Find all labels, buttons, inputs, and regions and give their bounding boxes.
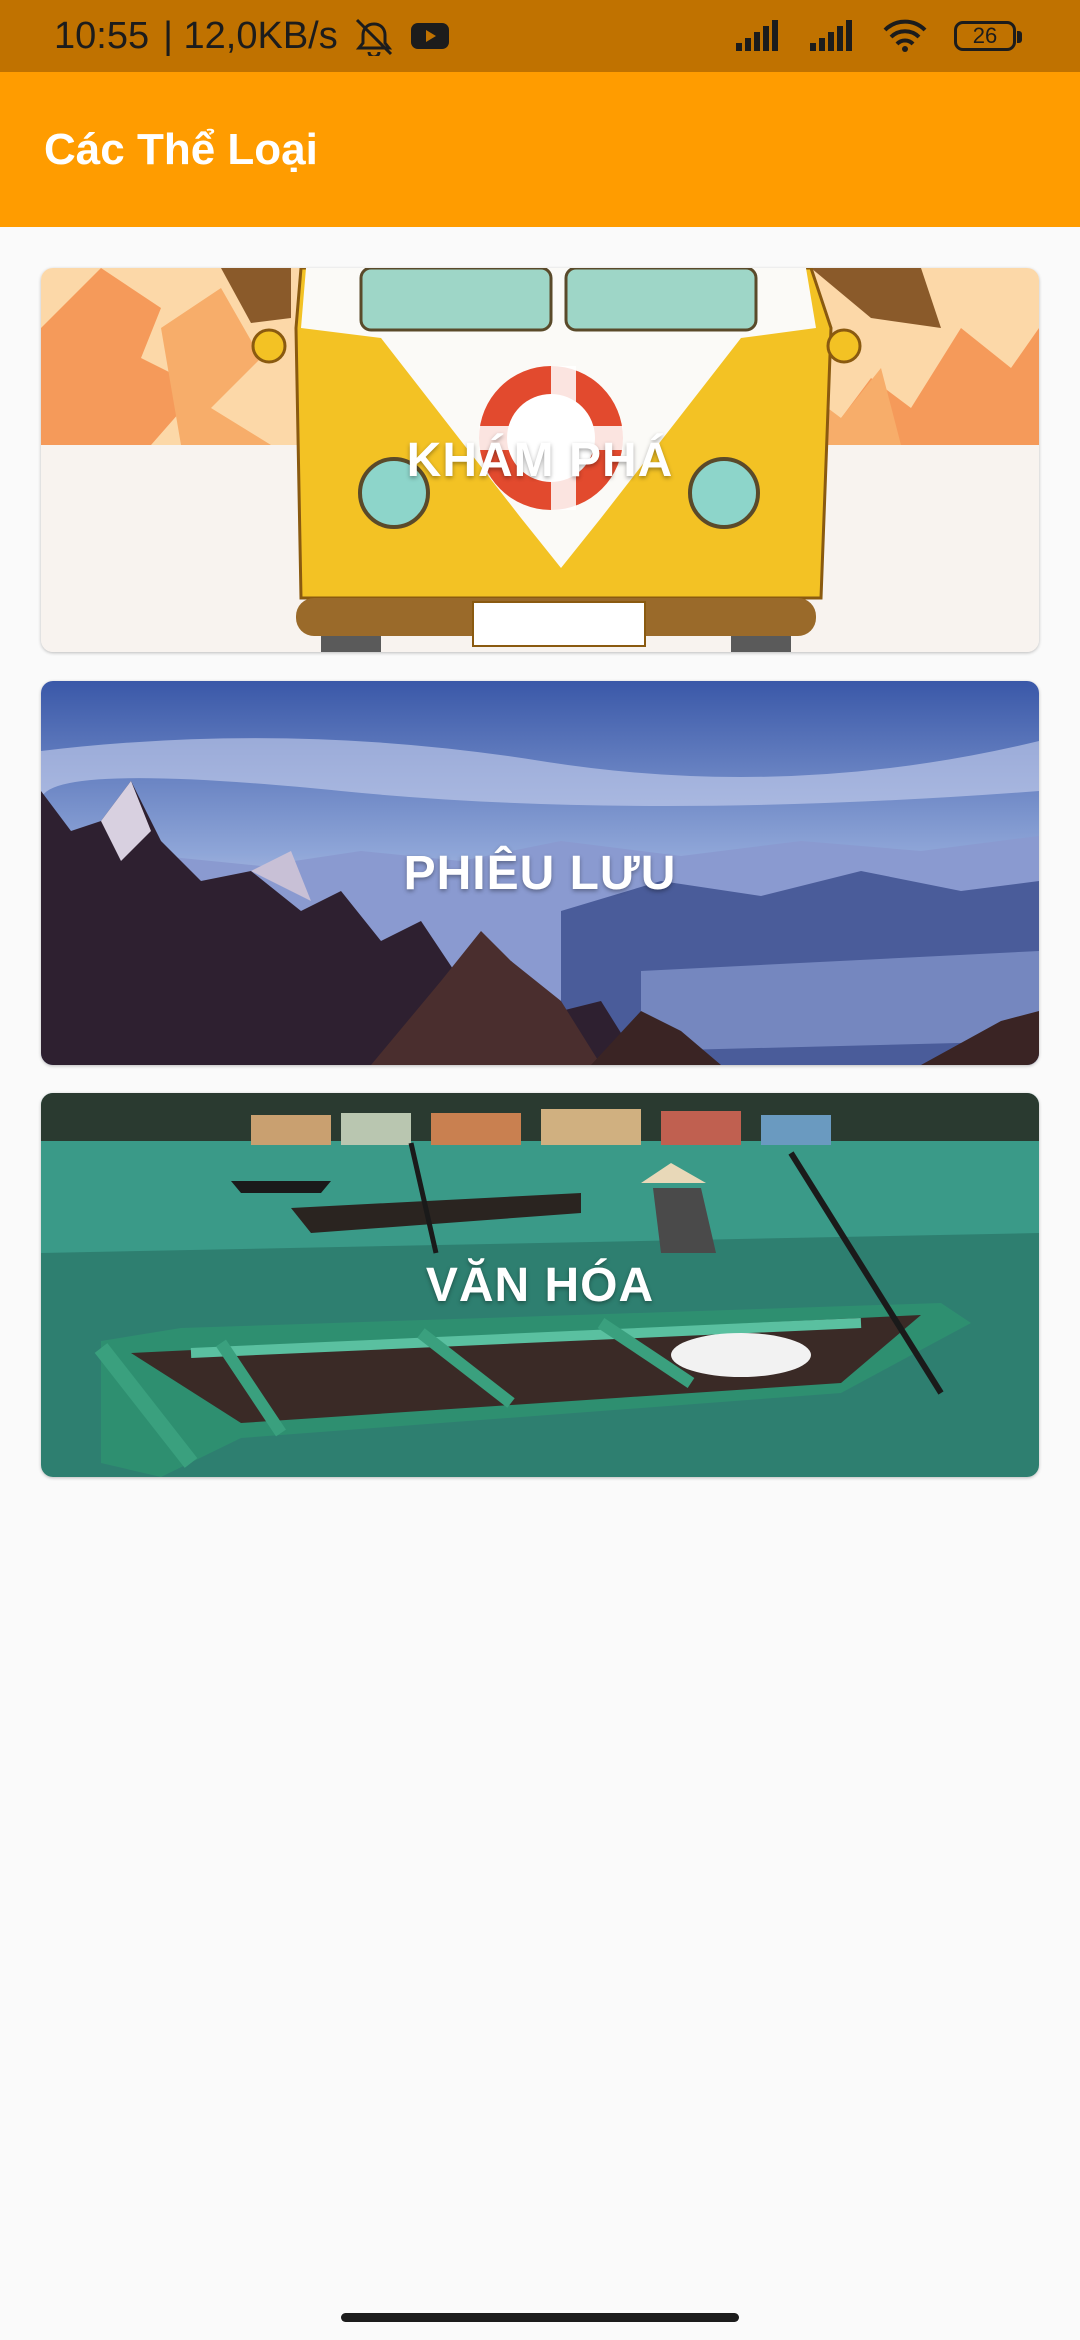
status-left: 10:55 | 12,0KB/s xyxy=(54,15,450,58)
home-indicator[interactable] xyxy=(341,2313,739,2322)
page-title: Các Thể Loại xyxy=(44,124,318,174)
alarm-off-icon xyxy=(352,16,396,56)
battery-icon: 26 xyxy=(954,21,1022,51)
category-card-adventure[interactable]: PHIÊU LƯU xyxy=(41,681,1039,1065)
status-time: 10:55 xyxy=(54,14,150,57)
app-bar: Các Thể Loại xyxy=(0,72,1080,227)
status-right: 26 xyxy=(734,19,1022,53)
signal-icon xyxy=(808,19,856,53)
youtube-icon xyxy=(410,21,450,51)
category-label: PHIÊU LƯU xyxy=(403,846,677,900)
category-card-culture[interactable]: VĂN HÓA xyxy=(41,1093,1039,1477)
battery-level: 26 xyxy=(972,23,998,48)
category-label: KHÁM PHÁ xyxy=(406,433,674,487)
category-card-explore[interactable]: KHÁM PHÁ xyxy=(41,268,1039,652)
network-speed: | 12,0KB/s xyxy=(163,14,338,57)
wifi-icon xyxy=(882,19,928,53)
status-bar: 10:55 | 12,0KB/s 26 xyxy=(0,0,1080,72)
signal-icon xyxy=(734,19,782,53)
category-label: VĂN HÓA xyxy=(425,1258,655,1312)
